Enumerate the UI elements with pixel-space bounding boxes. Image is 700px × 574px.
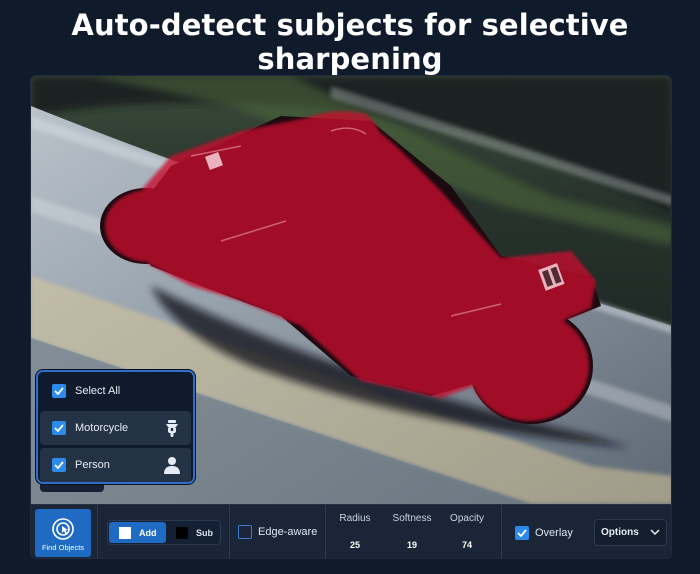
find-objects-label: Find Objects: [41, 543, 85, 552]
checkbox-checked-icon[interactable]: [52, 458, 66, 472]
black-swatch-icon: [176, 526, 188, 539]
toolbar-divider: [325, 505, 326, 558]
chevron-down-icon: [650, 528, 660, 539]
object-label: Select All: [75, 385, 121, 397]
page-headline: Auto-detect subjects for selective sharp…: [71, 8, 629, 76]
opacity-control[interactable]: Opacity 74: [442, 513, 492, 550]
find-objects-icon: [51, 517, 75, 541]
checkbox-checked-icon[interactable]: [52, 421, 66, 435]
photo-canvas[interactable]: Select All Motorcycle Person: [31, 76, 671, 504]
radius-value[interactable]: 25: [330, 540, 380, 550]
options-label: Options: [601, 527, 639, 538]
toolbar-divider: [229, 505, 230, 558]
opacity-label: Opacity: [450, 513, 484, 524]
edge-aware-checkbox[interactable]: Edge-aware: [238, 525, 317, 539]
radius-control[interactable]: Radius 25: [330, 513, 380, 550]
toolbar-divider: [97, 505, 98, 558]
object-row-motorcycle[interactable]: Motorcycle: [40, 411, 191, 445]
checkbox-checked-icon[interactable]: [52, 384, 66, 398]
object-label: Person: [75, 459, 110, 471]
toolbar-divider: [501, 505, 502, 558]
softness-label: Softness: [392, 513, 432, 524]
object-row-select-all[interactable]: Select All: [40, 374, 191, 408]
overlay-label: Overlay: [535, 527, 573, 539]
object-label: Motorcycle: [75, 422, 129, 434]
bottom-toolbar: Find Objects Add Sub Edge-aware Radius 2…: [31, 504, 671, 558]
subtract-mode-button[interactable]: Sub: [172, 522, 220, 543]
overlay-checkbox[interactable]: Overlay: [515, 526, 573, 540]
motorcycle-icon: [162, 418, 182, 438]
softness-value[interactable]: 19: [387, 540, 437, 550]
add-sub-toggle: Add Sub: [107, 520, 221, 545]
detected-objects-panel: Select All Motorcycle Person: [36, 370, 195, 484]
white-swatch-icon: [119, 526, 131, 539]
opacity-value[interactable]: 74: [442, 540, 492, 550]
checkbox-checked-icon[interactable]: [515, 526, 529, 540]
add-label: Add: [139, 527, 157, 538]
sub-label: Sub: [196, 527, 213, 538]
checkbox-unchecked-icon[interactable]: [238, 525, 252, 539]
edge-aware-label: Edge-aware: [258, 526, 318, 538]
radius-label: Radius: [339, 513, 371, 524]
add-mode-button[interactable]: Add: [109, 522, 166, 543]
find-objects-button[interactable]: Find Objects: [35, 509, 91, 557]
person-icon: [162, 455, 182, 475]
softness-control[interactable]: Softness 19: [387, 513, 437, 550]
options-dropdown[interactable]: Options: [594, 519, 667, 546]
object-row-person[interactable]: Person: [40, 448, 191, 482]
editor-window: Select All Motorcycle Person Find Object…: [30, 75, 672, 559]
